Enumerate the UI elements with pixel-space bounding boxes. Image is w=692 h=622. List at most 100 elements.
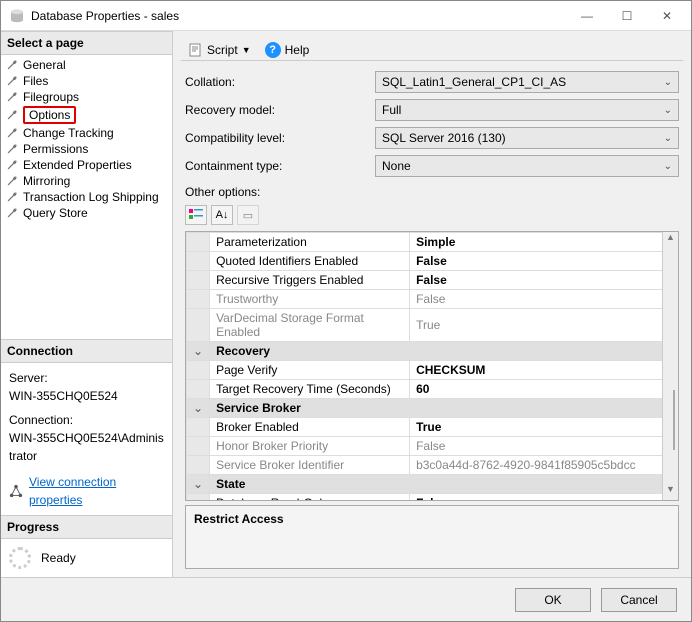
page-nav: GeneralFilesFilegroupsOptions Change Trac… [1,55,172,223]
close-button[interactable]: ✕ [647,4,687,28]
grid-row[interactable]: Target Recovery Time (Seconds)60 [187,380,678,399]
grid-row[interactable]: Recursive Triggers EnabledFalse [187,271,678,290]
grid-row[interactable]: Honor Broker PriorityFalse [187,437,678,456]
collation-select[interactable]: SQL_Latin1_General_CP1_CI_AS⌄ [375,71,679,93]
expand-icon[interactable]: ⌄ [187,399,210,418]
dialog-window: Database Properties - sales — ☐ ✕ Select… [0,0,692,622]
grid-row: ⌄State [187,475,678,494]
nav-item-permissions[interactable]: Permissions [1,141,172,157]
script-button[interactable]: Script ▼ [185,41,255,59]
grid-row[interactable]: ParameterizationSimple [187,233,678,252]
grid-row[interactable]: VarDecimal Storage Format EnabledTrue [187,309,678,342]
network-icon [9,484,23,498]
categorized-button[interactable] [185,205,207,225]
other-options-label: Other options: [185,185,679,199]
wrench-icon [5,90,19,104]
grid-property-name[interactable]: Target Recovery Time (Seconds) [210,380,410,399]
grid-property-value[interactable]: False [410,271,678,290]
grid-property-value[interactable]: True [410,418,678,437]
help-button[interactable]: ? Help [261,40,314,60]
nav-item-mirroring[interactable]: Mirroring [1,173,172,189]
script-label: Script [207,43,238,57]
scroll-thumb[interactable] [673,390,675,450]
grid-property-value[interactable]: False [410,437,678,456]
maximize-button[interactable]: ☐ [607,4,647,28]
connection-info: Server: WIN-355CHQ0E524 Connection: WIN-… [1,363,172,515]
titlebar: Database Properties - sales — ☐ ✕ [1,1,691,31]
nav-item-label: Files [23,74,48,88]
grid-row[interactable]: Broker EnabledTrue [187,418,678,437]
grid-row: ⌄Service Broker [187,399,678,418]
grid-property-name[interactable]: Trustworthy [210,290,410,309]
grid-property-name[interactable]: Recursive Triggers Enabled [210,271,410,290]
grid-property-name[interactable]: VarDecimal Storage Format Enabled [210,309,410,342]
wrench-icon [5,74,19,88]
dialog-footer: OK Cancel [1,577,691,621]
view-connection-properties-link[interactable]: View connection properties [29,473,164,509]
nav-item-label: Transaction Log Shipping [23,190,159,204]
wrench-icon [5,206,19,220]
property-pages-button[interactable]: ▭ [237,205,259,225]
grid-property-value[interactable]: True [410,309,678,342]
expand-icon[interactable]: ⌄ [187,342,210,361]
help-label: Help [285,43,310,57]
recovery-model-select[interactable]: Full⌄ [375,99,679,121]
grid-property-name[interactable]: Honor Broker Priority [210,437,410,456]
grid-property-value[interactable]: False [410,252,678,271]
nav-item-files[interactable]: Files [1,73,172,89]
compatibility-level-select[interactable]: SQL Server 2016 (130)⌄ [375,127,679,149]
nav-item-options[interactable]: Options [1,105,172,125]
grid-property-name[interactable]: Service Broker Identifier [210,456,410,475]
alphabetical-button[interactable]: A↓ [211,205,233,225]
grid-property-value[interactable]: CHECKSUM [410,361,678,380]
minimize-button[interactable]: — [567,4,607,28]
ok-button[interactable]: OK [515,588,591,612]
grid-property-name[interactable]: Parameterization [210,233,410,252]
nav-item-label: Extended Properties [23,158,132,172]
chevron-down-icon: ⌄ [664,133,672,144]
wrench-icon [5,174,19,188]
nav-item-change-tracking[interactable]: Change Tracking [1,125,172,141]
form: Collation: SQL_Latin1_General_CP1_CI_AS⌄… [181,71,683,569]
grid-property-name[interactable]: Database Read-Only [210,494,410,502]
progress-status: Ready [41,551,76,565]
right-panel: Script ▼ ? Help Collation: SQL_Latin1_Ge… [173,31,691,577]
grid-property-value[interactable]: b3c0a44d-8762-4920-9841f85905c5bdcc [410,456,678,475]
grid-row[interactable]: Page VerifyCHECKSUM [187,361,678,380]
grid-property-value[interactable]: False [410,494,678,502]
grid-row[interactable]: TrustworthyFalse [187,290,678,309]
grid-property-value[interactable]: Simple [410,233,678,252]
collation-label: Collation: [185,75,375,89]
grid-property-value[interactable]: False [410,290,678,309]
nav-item-query-store[interactable]: Query Store [1,205,172,221]
progress-header: Progress [1,515,172,539]
grid-property-value[interactable]: 60 [410,380,678,399]
grid-property-name[interactable]: Quoted Identifiers Enabled [210,252,410,271]
nav-item-label: Permissions [23,142,88,156]
nav-item-extended-properties[interactable]: Extended Properties [1,157,172,173]
scroll-up-arrow[interactable]: ▲ [663,232,678,248]
scroll-down-arrow[interactable]: ▼ [663,484,678,500]
grid-category: State [210,475,678,494]
nav-item-transaction-log-shipping[interactable]: Transaction Log Shipping [1,189,172,205]
server-value: WIN-355CHQ0E524 [9,387,164,405]
grid-property-name[interactable]: Broker Enabled [210,418,410,437]
nav-item-filegroups[interactable]: Filegroups [1,89,172,105]
nav-item-label: Change Tracking [23,126,114,140]
window-title: Database Properties - sales [31,9,567,23]
grid-row[interactable]: Database Read-OnlyFalse [187,494,678,502]
server-label: Server: [9,369,164,387]
description-title: Restrict Access [194,512,670,526]
expand-icon[interactable]: ⌄ [187,475,210,494]
scrollbar[interactable]: ▲ ▼ [662,232,678,500]
property-grid: ParameterizationSimpleQuoted Identifiers… [185,231,679,501]
cancel-button[interactable]: Cancel [601,588,677,612]
grid-row[interactable]: Quoted Identifiers EnabledFalse [187,252,678,271]
nav-item-label: Options [23,106,76,124]
grid-property-name[interactable]: Page Verify [210,361,410,380]
grid-row[interactable]: Service Broker Identifierb3c0a44d-8762-4… [187,456,678,475]
nav-item-general[interactable]: General [1,57,172,73]
left-panel: Select a page GeneralFilesFilegroupsOpti… [1,31,173,577]
containment-type-select[interactable]: None⌄ [375,155,679,177]
property-grid-toolbar: A↓ ▭ [185,203,679,231]
